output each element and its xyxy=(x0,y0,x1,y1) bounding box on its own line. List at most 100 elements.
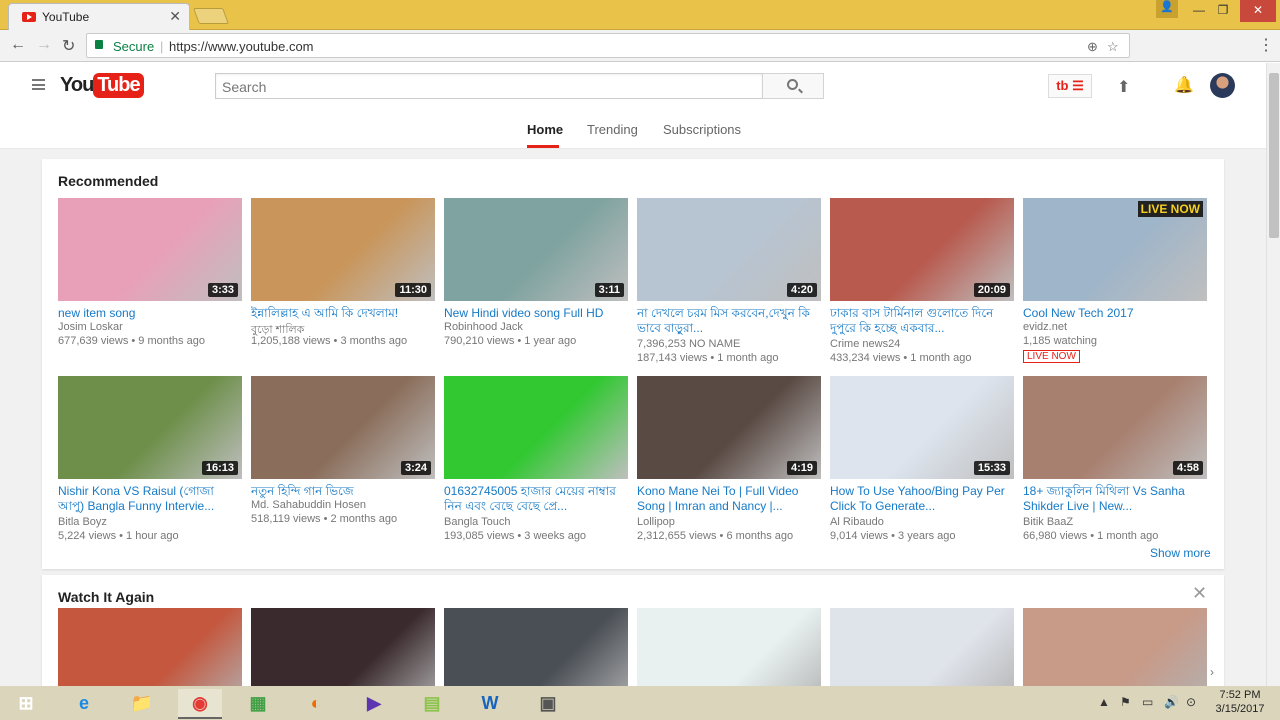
video-thumbnail[interactable] xyxy=(830,608,1014,686)
next-arrow-icon[interactable]: › xyxy=(1210,665,1214,679)
video-thumbnail[interactable] xyxy=(444,608,628,686)
account-avatar[interactable] xyxy=(1210,73,1235,98)
media-player-icon[interactable]: ▶ xyxy=(352,689,396,719)
bookmark-star-icon[interactable]: ☆ xyxy=(1107,39,1119,55)
channel-name[interactable]: Bitik BaaZ xyxy=(1023,516,1073,528)
video-thumbnail[interactable]: 11:30 xyxy=(251,198,435,301)
volume-icon[interactable]: 🔊 xyxy=(1164,695,1179,709)
video-card[interactable]: 4:58 18+ জ্যাকুলিন মিথিলা Vs Sanha Shikde… xyxy=(1023,376,1207,542)
video-thumbnail[interactable]: 16:13 xyxy=(58,376,242,479)
channel-name[interactable]: Josim Loskar xyxy=(58,321,123,333)
network-icon[interactable]: ⊙ xyxy=(1186,695,1196,709)
show-more-link[interactable]: Show more xyxy=(1150,546,1211,560)
video-thumbnail[interactable] xyxy=(1023,608,1207,686)
new-tab-button[interactable] xyxy=(193,8,229,24)
channel-name[interactable]: evidz.net xyxy=(1023,321,1067,333)
battery-icon[interactable]: ▭ xyxy=(1142,695,1153,709)
video-title[interactable]: নতুন হিন্দি গান ভিজে xyxy=(251,484,433,499)
video-thumbnail[interactable]: 3:24 xyxy=(251,376,435,479)
vertical-scrollbar[interactable] xyxy=(1266,63,1280,686)
guide-menu-icon[interactable] xyxy=(32,79,45,90)
maximize-button[interactable]: ❐ xyxy=(1208,0,1238,22)
clock[interactable]: 7:52 PM 3/15/2017 xyxy=(1206,688,1274,716)
search-button[interactable] xyxy=(762,73,824,99)
video-card[interactable]: 3:33 new item song Josim Loskar 677,639 vie… xyxy=(58,198,242,348)
channel-name[interactable]: 7,396,253 NO NAME xyxy=(637,338,740,350)
channel-name[interactable]: Md. Sahabuddin Hosen xyxy=(251,499,366,511)
video-thumbnail[interactable]: 4:58 xyxy=(1023,376,1207,479)
channel-name[interactable]: Lollipop xyxy=(637,516,675,528)
back-button[interactable]: ← xyxy=(10,36,26,54)
video-card[interactable]: 15:33 How To Use Yahoo/Bing Pay Per Click… xyxy=(830,376,1014,542)
internet-explorer-icon[interactable]: e xyxy=(62,689,106,719)
tubebuddy-button[interactable]: tb ☰ xyxy=(1048,74,1092,98)
video-title[interactable]: Kono Mane Nei To | Full Video Song | Imr… xyxy=(637,484,819,514)
word-icon[interactable]: W xyxy=(468,689,512,719)
close-window-button[interactable]: ✕ xyxy=(1240,0,1276,22)
video-title[interactable]: 18+ জ্যাকুলিন মিথিলা Vs Sanha Shikder Li… xyxy=(1023,484,1205,514)
video-thumbnail[interactable] xyxy=(251,608,435,686)
search-input[interactable]: Search xyxy=(215,73,763,99)
reload-button[interactable]: ↻ xyxy=(62,36,75,56)
chrome-icon[interactable]: ◉ xyxy=(178,689,222,719)
channel-name[interactable]: Bangla Touch xyxy=(444,516,510,528)
video-thumbnail[interactable]: 20:09 xyxy=(830,198,1014,301)
notifications-bell-icon[interactable]: 🔔 xyxy=(1174,75,1194,95)
start-button[interactable]: ⊞ xyxy=(4,689,48,719)
forward-button[interactable]: → xyxy=(36,36,52,54)
video-thumbnail[interactable]: 15:33 xyxy=(830,376,1014,479)
tray-chevron-icon[interactable]: ▲ xyxy=(1098,695,1110,709)
video-title[interactable]: 01632745005 হাজার মেয়ের নাম্বার নিন এবং… xyxy=(444,484,626,514)
video-title[interactable]: ঢাকার বাস টার্মিনাল গুলোতে দিনে দুপুরে ক… xyxy=(830,306,1012,336)
close-shelf-icon[interactable]: ✕ xyxy=(1192,583,1207,604)
youtube-logo[interactable]: You Tube xyxy=(60,73,144,99)
video-thumbnail[interactable] xyxy=(58,608,242,686)
address-bar[interactable]: Secure | https://www.youtube.com ⊕ ☆ xyxy=(86,33,1130,58)
channel-name[interactable]: Bitla Boyz xyxy=(58,516,107,528)
channel-name[interactable]: Crime news24 xyxy=(830,338,900,350)
video-title[interactable]: New Hindi video song Full HD xyxy=(444,306,626,321)
firefox-icon[interactable]: ◐ xyxy=(294,689,338,719)
tab-subscriptions[interactable]: Subscriptions xyxy=(663,122,741,137)
video-thumbnail[interactable] xyxy=(444,376,628,479)
tab-youtube[interactable]: YouTube ✕ xyxy=(8,3,190,30)
channel-name[interactable]: Al Ribaudo xyxy=(830,516,884,528)
url-text[interactable]: https://www.youtube.com xyxy=(169,39,314,54)
video-card[interactable]: 01632745005 হাজার মেয়ের নাম্বার নিন এবং… xyxy=(444,376,628,542)
video-card[interactable]: LIVE NOW Cool New Tech 2017 evidz.net 1,185… xyxy=(1023,198,1207,363)
video-title[interactable]: new item song xyxy=(58,306,240,321)
app-icon[interactable]: ▣ xyxy=(526,689,570,719)
browser-toolbar: ← → ↻ Secure | https://www.youtube.com ⊕… xyxy=(0,30,1280,82)
video-title[interactable]: How To Use Yahoo/Bing Pay Per Click To G… xyxy=(830,484,1012,514)
video-title[interactable]: ইন্নালিল্লাহ এ আমি কি দেখলাম! xyxy=(251,306,433,321)
store-icon[interactable]: ▦ xyxy=(236,689,280,719)
video-title[interactable]: Nishir Kona VS Raisul (গোজা আপু) Bangla … xyxy=(58,484,240,514)
file-explorer-icon[interactable]: 📁 xyxy=(120,689,164,719)
scrollbar-thumb[interactable] xyxy=(1269,73,1279,238)
video-title[interactable]: না দেখলে চরম মিস করবেন,দেখুন কি ভাবে বাড… xyxy=(637,306,819,336)
video-card[interactable]: 20:09 ঢাকার বাস টার্মিনাল গুলোতে দিনে দুপ… xyxy=(830,198,1014,364)
video-thumbnail[interactable]: 4:20 xyxy=(637,198,821,301)
video-thumbnail[interactable]: 4:19 xyxy=(637,376,821,479)
video-card[interactable]: 4:19 Kono Mane Nei To | Full Video Song |… xyxy=(637,376,821,542)
chrome-user-icon[interactable]: 👤 xyxy=(1156,0,1178,18)
video-card[interactable]: 16:13 Nishir Kona VS Raisul (গোজা আপু) Ba… xyxy=(58,376,242,542)
video-card[interactable]: 4:20 না দেখলে চরম মিস করবেন,দেখুন কি ভাবে… xyxy=(637,198,821,364)
video-card[interactable]: 11:30 ইন্নালিল্লাহ এ আমি কি দেখলাম! বুড়ো … xyxy=(251,198,435,348)
video-thumbnail[interactable]: 3:11 xyxy=(444,198,628,301)
video-thumbnail[interactable]: 3:33 xyxy=(58,198,242,301)
video-card[interactable]: 3:11 New Hindi video song Full HD Robinhoo… xyxy=(444,198,628,348)
video-card[interactable]: 3:24 নতুন হিন্দি গান ভিজে Md. Sahabuddin H… xyxy=(251,376,435,526)
tab-home[interactable]: Home xyxy=(527,122,563,137)
tab-trending[interactable]: Trending xyxy=(587,122,638,137)
chrome-menu-icon[interactable]: ⋮ xyxy=(1258,35,1274,55)
upload-icon[interactable]: ⬆ xyxy=(1117,77,1130,97)
video-thumbnail[interactable]: LIVE NOW xyxy=(1023,198,1207,301)
action-center-icon[interactable]: ⚑ xyxy=(1120,695,1131,709)
video-title[interactable]: Cool New Tech 2017 xyxy=(1023,306,1205,321)
video-thumbnail[interactable] xyxy=(637,608,821,686)
channel-name[interactable]: Robinhood Jack xyxy=(444,321,523,333)
site-settings-icon[interactable]: ⊕ xyxy=(1087,39,1098,55)
tab-close-icon[interactable]: ✕ xyxy=(169,8,181,25)
notepad-icon[interactable]: ▤ xyxy=(410,689,454,719)
